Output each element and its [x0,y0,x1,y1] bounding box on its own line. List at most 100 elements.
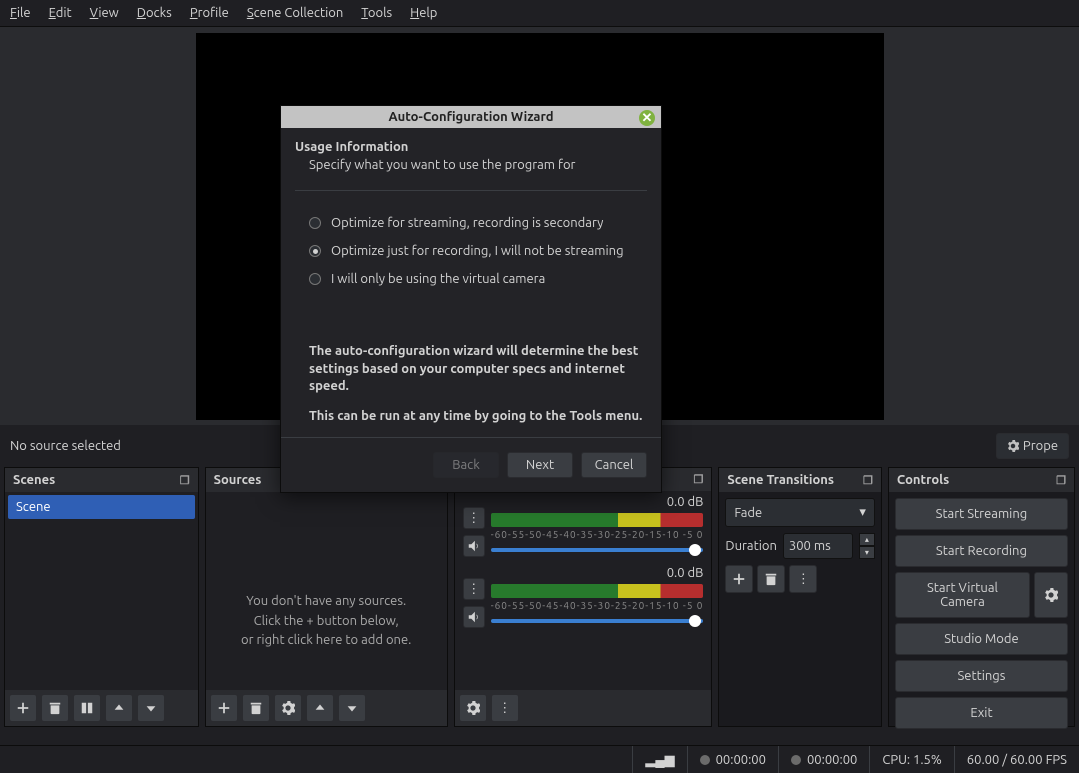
studio-mode-button[interactable]: Studio Mode [895,623,1068,655]
menu-docks[interactable]: Docks [137,6,172,20]
status-bar: ▂▄▆ 00:00:00 00:00:00 CPU: 1.5% 60.00 / … [0,745,1079,773]
duration-label: Duration [725,539,777,553]
usage-option-1[interactable]: Optimize just for recording, I will not … [295,237,647,265]
duration-down-button[interactable]: ▾ [859,546,875,559]
properties-label: Prope [1023,439,1058,453]
db-ticks: -60-55-50-45-40-35-30-25-20-15-10 -5 0 [491,600,704,611]
panels-row: Scenes ❐ Scene Sources ❐ You don't have … [0,467,1079,727]
radio-icon [309,217,321,229]
volume-slider[interactable] [491,548,704,552]
mixer-channel: ⋮ 0.0 dB -60-55-50-45-40-35-30-25-20-15-… [455,562,712,633]
level-meter [491,513,704,527]
scene-filter-button[interactable] [73,694,101,722]
volume-slider[interactable] [491,619,704,623]
source-properties-button[interactable] [274,694,302,722]
sources-title: Sources [214,473,262,487]
radio-icon [309,273,321,285]
menu-edit[interactable]: Edit [49,6,72,20]
fps-counter: 60.00 / 60.00 FPS [967,753,1067,767]
mute-button[interactable] [463,535,485,557]
scene-down-button[interactable] [137,694,165,722]
remove-source-button[interactable] [242,694,270,722]
channel-db: 0.0 dB [667,566,704,580]
menubar: File Edit View Docks Profile Scene Collection… [0,0,1079,27]
start-virtual-camera-button[interactable]: Start Virtual Camera [895,572,1030,618]
menu-scene-collection[interactable]: Scene Collection [247,6,343,20]
scenes-panel: Scenes ❐ Scene [4,467,199,727]
rec-dot-icon [791,755,801,765]
add-transition-button[interactable] [725,565,753,593]
menu-help[interactable]: Help [410,6,437,20]
sources-empty-line: or right click here to add one. [206,631,447,651]
duration-up-button[interactable]: ▴ [859,533,875,546]
transitions-title: Scene Transitions [727,473,834,487]
transitions-panel: Scene Transitions ❐ Fade ▾ Duration ▴ ▾ … [718,467,882,727]
scene-up-button[interactable] [105,694,133,722]
close-icon: ✕ [642,111,653,126]
menu-view[interactable]: View [90,6,119,20]
popout-icon[interactable]: ❐ [180,474,190,487]
cancel-button[interactable]: Cancel [581,452,647,478]
close-button[interactable]: ✕ [639,110,655,126]
signal-icon: ▂▄▆ [645,752,674,768]
popout-icon[interactable]: ❐ [694,473,704,486]
popout-icon[interactable]: ❐ [863,474,873,487]
menu-tools[interactable]: Tools [361,6,392,20]
no-source-label: No source selected [10,439,121,453]
add-source-button[interactable] [210,694,238,722]
channel-menu-button[interactable]: ⋮ [463,578,485,600]
audio-mixer-panel: ❐ ⋮ 0.0 dB -60-55-50-45-40-35-30-25-20-1… [454,467,713,727]
scene-item[interactable]: Scene [8,495,195,519]
auto-config-wizard-dialog: Auto-Configuration Wizard ✕ Usage Inform… [280,105,662,493]
start-streaming-button[interactable]: Start Streaming [895,498,1068,530]
transition-menu-button[interactable]: ⋮ [789,565,817,593]
dialog-title: Auto-Configuration Wizard [388,110,553,124]
add-scene-button[interactable] [9,694,37,722]
dialog-heading: Usage Information [295,140,647,154]
menu-profile[interactable]: Profile [190,6,229,20]
divider [295,190,647,191]
dialog-note: This can be run at any time by going to … [295,408,647,426]
virtual-camera-settings-button[interactable] [1034,572,1068,618]
scenes-title: Scenes [13,473,55,487]
source-up-button[interactable] [306,694,334,722]
usage-option-2[interactable]: I will only be using the virtual camera [295,265,647,293]
mixer-settings-button[interactable] [459,694,487,722]
radio-label: I will only be using the virtual camera [331,272,545,286]
sources-empty-line: Click the + button below, [206,612,447,632]
remove-scene-button[interactable] [41,694,69,722]
controls-title: Controls [897,473,949,487]
start-recording-button[interactable]: Start Recording [895,535,1068,567]
network-status: ▂▄▆ [632,746,686,773]
exit-button[interactable]: Exit [895,697,1068,729]
rec-time: 00:00:00 [807,753,857,767]
remove-transition-button[interactable] [757,565,785,593]
settings-button[interactable]: Settings [895,660,1068,692]
cpu-usage: CPU: 1.5% [882,753,941,767]
chevron-down-icon: ▾ [859,505,866,520]
back-button[interactable]: Back [433,452,499,478]
radio-label: Optimize for streaming, recording is sec… [331,216,603,230]
channel-menu-button[interactable]: ⋮ [463,507,485,529]
mixer-channel: ⋮ 0.0 dB -60-55-50-45-40-35-30-25-20-15-… [455,491,712,562]
db-ticks: -60-55-50-45-40-35-30-25-20-15-10 -5 0 [491,529,704,540]
usage-option-0[interactable]: Optimize for streaming, recording is sec… [295,209,647,237]
sources-empty-line: You don't have any sources. [206,592,447,612]
mixer-menu-button[interactable]: ⋮ [491,694,519,722]
properties-button[interactable]: Prope [996,433,1069,459]
mute-button[interactable] [463,606,485,628]
sources-panel: Sources ❐ You don't have any sources. Cl… [205,467,448,727]
sources-list[interactable]: You don't have any sources. Click the + … [206,492,447,690]
transition-value: Fade [734,506,762,520]
transition-select[interactable]: Fade ▾ [725,498,875,527]
gear-icon [1007,440,1019,452]
popout-icon[interactable]: ❐ [1056,474,1066,487]
duration-input[interactable] [783,533,853,559]
menu-file[interactable]: File [10,6,31,20]
dialog-note: The auto-configuration wizard will deter… [295,343,647,396]
next-button[interactable]: Next [507,452,573,478]
source-down-button[interactable] [338,694,366,722]
radio-icon [309,245,321,257]
live-dot-icon [700,755,710,765]
level-meter [491,584,704,598]
